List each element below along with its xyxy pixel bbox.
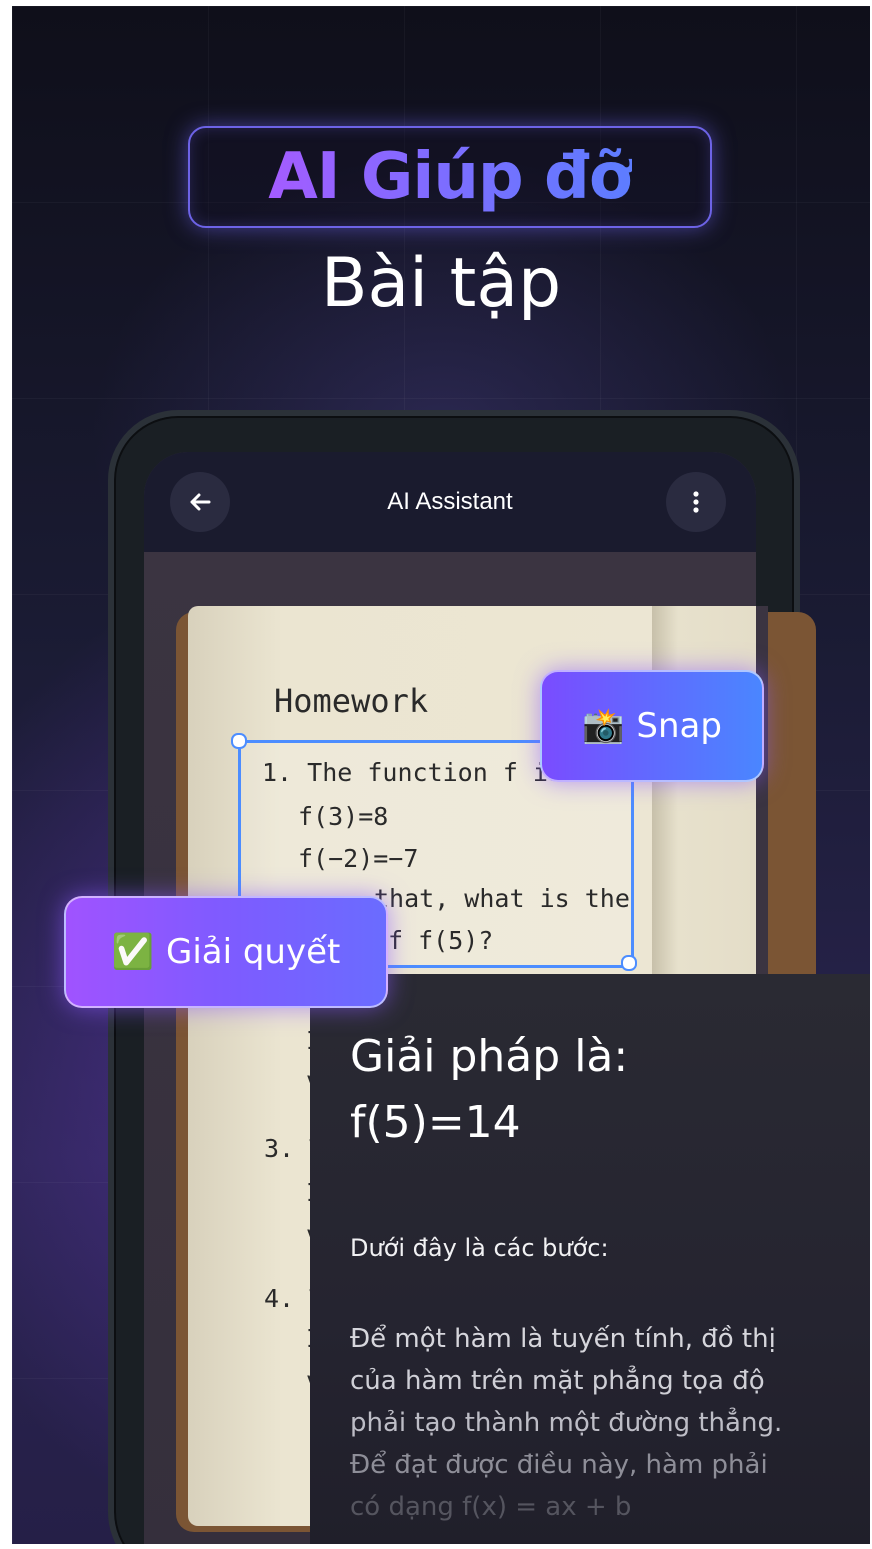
- solution-panel: Giải pháp là: f(5)=14 Dưới đây là các bư…: [310, 974, 870, 1544]
- step-text-line: phải tạo thành một đường thẳng.: [350, 1408, 783, 1438]
- solution-answer: f(5)=14: [350, 1097, 521, 1148]
- question-line: f f(5)?: [388, 926, 494, 955]
- step-text-line: có dạng f(x) = ax + b: [350, 1492, 632, 1522]
- solution-title: Giải pháp là: f(5)=14: [350, 1024, 850, 1156]
- question-line: that, what is the: [374, 884, 630, 913]
- headline-badge: AI Giúp đỡ: [188, 126, 712, 228]
- selection-handle-bottom-right[interactable]: [621, 955, 637, 971]
- solution-title-line1: Giải pháp là:: [350, 1031, 629, 1082]
- solve-button[interactable]: ✅ Giải quyết: [64, 896, 388, 1008]
- snap-button[interactable]: 📸 Snap: [540, 670, 764, 782]
- steps-body: Để một hàm là tuyến tính, đồ thị của hàm…: [350, 1318, 850, 1528]
- question-line: f(3)=8: [298, 802, 389, 831]
- headline-line1: AI Giúp đỡ: [268, 140, 633, 214]
- headline-line2: Bài tập: [320, 244, 562, 323]
- step-text-line: Để một hàm là tuyến tính, đồ thị: [350, 1324, 776, 1354]
- notebook-heading: Homework: [274, 682, 429, 720]
- promo-canvas: AI Giúp đỡ Bài tập AI Assistant Homework…: [12, 6, 870, 1544]
- app-bar: AI Assistant: [144, 452, 756, 552]
- more-options-button[interactable]: [666, 472, 726, 532]
- steps-heading: Dưới đây là các bước:: [350, 1234, 609, 1262]
- photo-edge: [756, 606, 768, 976]
- question-line: f(−2)=−7: [298, 844, 419, 873]
- snap-label: Snap: [636, 706, 722, 746]
- selection-handle-top-left[interactable]: [231, 733, 247, 749]
- app-title: AI Assistant: [387, 488, 513, 515]
- solve-label: Giải quyết: [165, 932, 341, 972]
- more-vertical-icon: [693, 491, 699, 513]
- check-mark-icon: ✅: [111, 932, 154, 972]
- step-text-line: của hàm trên mặt phẳng tọa độ: [350, 1366, 765, 1396]
- step-text-line: Để đạt được điều này, hàm phải: [350, 1450, 768, 1480]
- camera-flash-icon: 📸: [582, 706, 625, 746]
